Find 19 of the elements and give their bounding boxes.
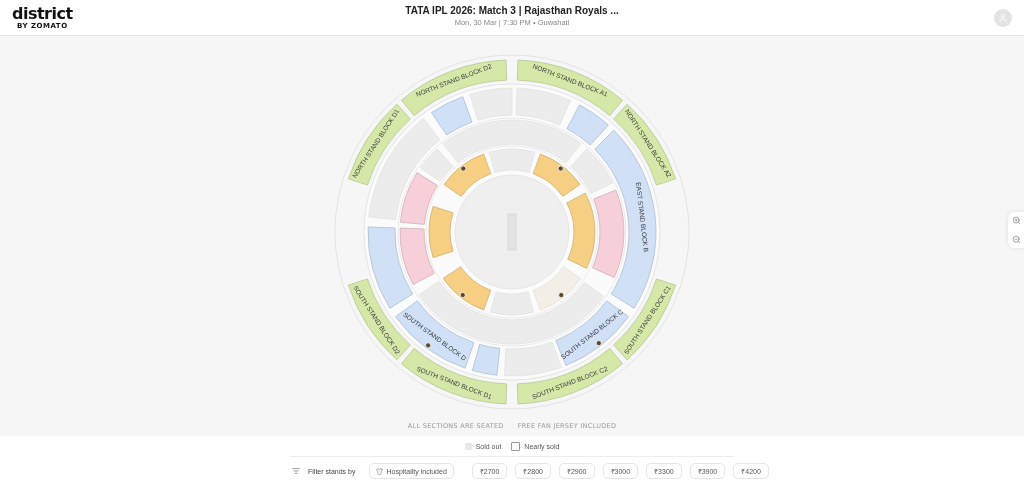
logo[interactable]: district xyxy=(12,5,73,22)
stand-section[interactable] xyxy=(399,227,435,285)
hospitality-icon xyxy=(376,467,384,475)
profile-avatar[interactable] xyxy=(994,8,1012,27)
event-title: TATA IPL 2026: Match 3 | Rajasthan Royals ... xyxy=(405,5,619,16)
zoom-out-button[interactable] xyxy=(1011,235,1021,244)
zoom-in-button[interactable] xyxy=(1011,216,1021,225)
stand-section[interactable] xyxy=(431,96,473,136)
stand-section[interactable] xyxy=(566,104,609,146)
stand-section[interactable] xyxy=(532,153,581,197)
nearly-sold-swatch xyxy=(511,441,521,451)
stand-section[interactable] xyxy=(443,153,492,197)
stand-section[interactable] xyxy=(566,192,596,269)
stand-section[interactable] xyxy=(471,344,501,376)
stand-section[interactable] xyxy=(428,205,454,259)
stand-section[interactable] xyxy=(592,189,625,278)
stand-section[interactable] xyxy=(442,266,492,311)
stand-section[interactable] xyxy=(400,172,438,225)
filter-icon xyxy=(292,467,300,475)
